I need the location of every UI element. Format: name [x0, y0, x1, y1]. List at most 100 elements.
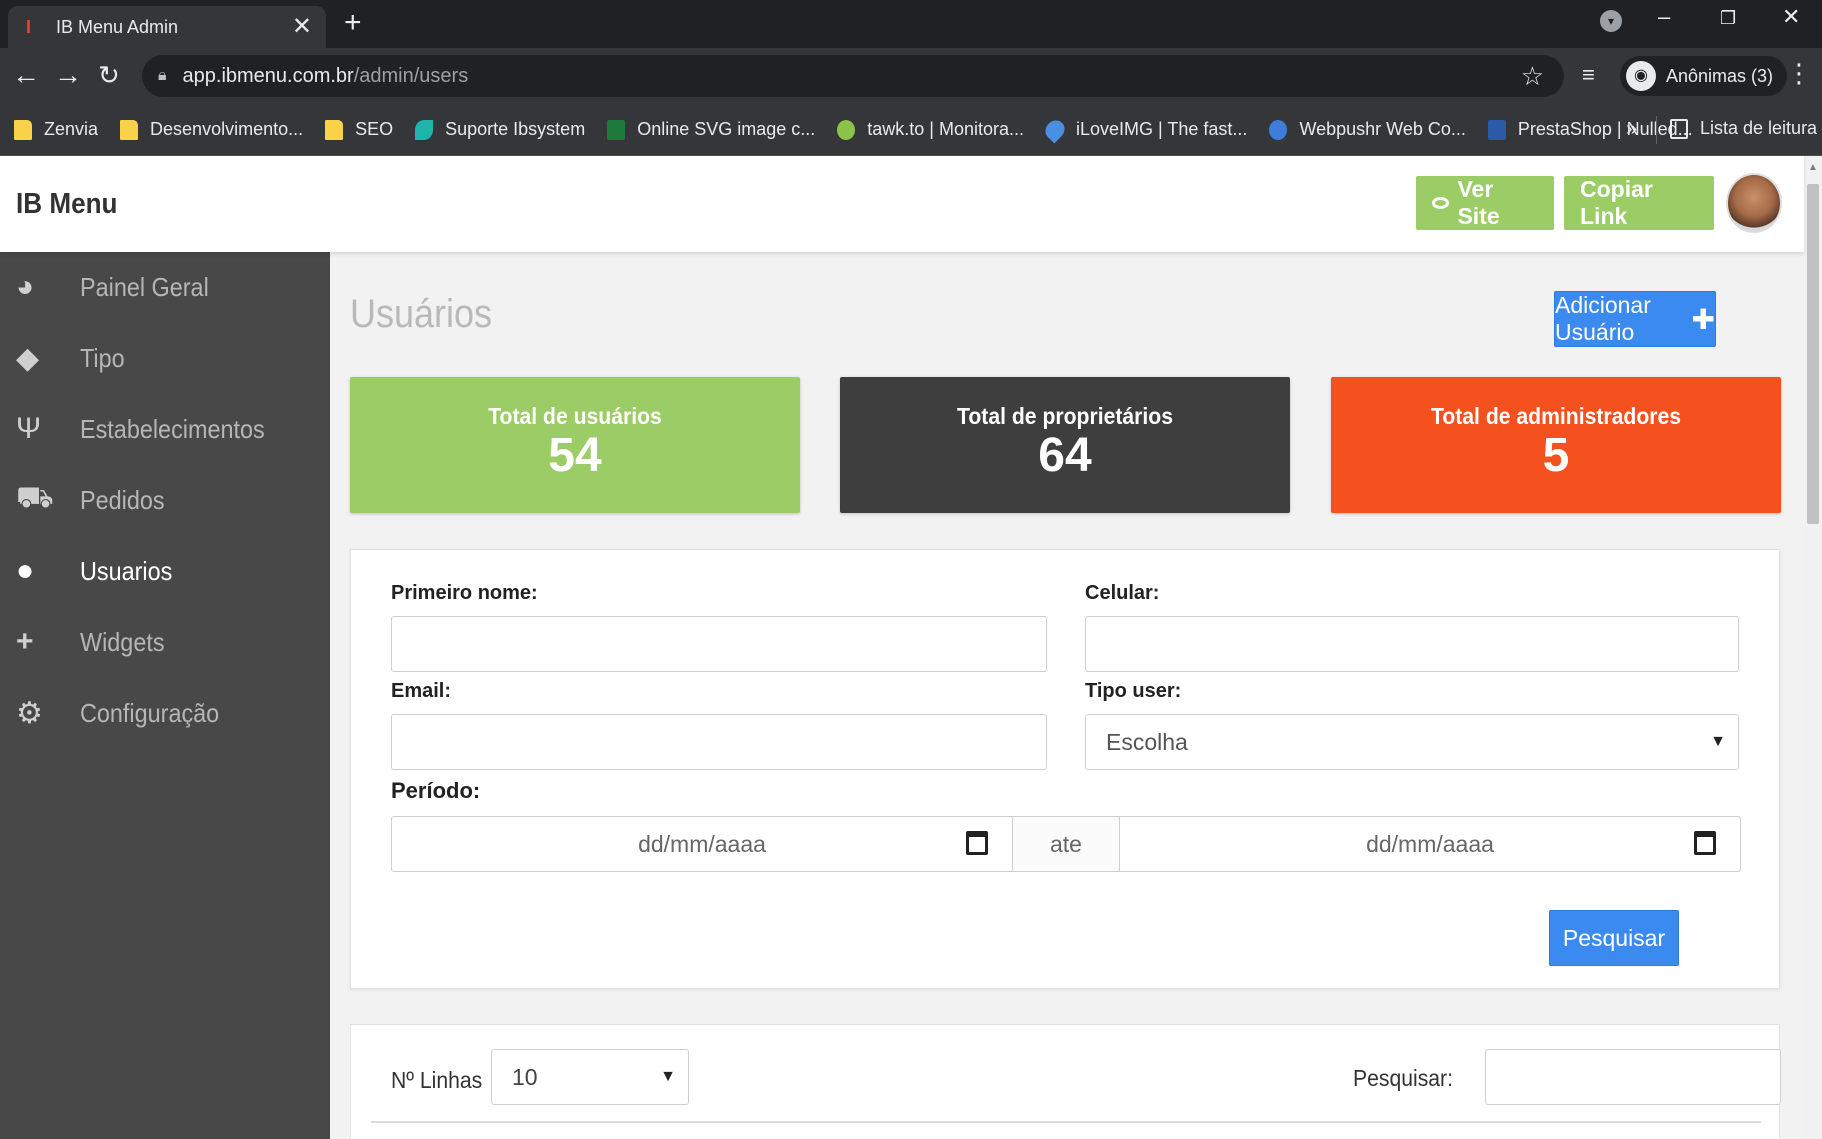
eye-icon [1432, 197, 1450, 209]
plus-icon: ✚ [1691, 303, 1715, 335]
table-divider [371, 1121, 1761, 1123]
page-scrollbar[interactable]: ▲ [1804, 156, 1822, 1139]
bird-icon [837, 119, 856, 140]
forward-icon[interactable]: → [54, 60, 82, 90]
excel-icon [607, 119, 626, 140]
date-from-input[interactable]: dd/mm/aaaa [392, 817, 1012, 871]
view-site-button[interactable]: Ver Site [1416, 176, 1554, 230]
date-range: dd/mm/aaaa ate dd/mm/aaaa [391, 816, 1741, 872]
main-content: Usuários Adicionar Usuário ✚ Total de us… [330, 252, 1804, 1139]
sidebar-item-tipo[interactable]: ◆ Tipo [0, 323, 330, 393]
rows-per-page-label: Nº Linhas [391, 1067, 483, 1093]
sidebar-item-estabelecimentos[interactable]: Ψ Estabelecimentos [0, 394, 330, 464]
address-bar[interactable]: 🔒︎ app.ibmenu.com.br /admin/users ☆ [142, 55, 1564, 97]
bookmark-item[interactable]: Suporte Ibsystem [415, 119, 585, 140]
media-queue-icon[interactable]: ≡ [1582, 62, 1595, 88]
table-search-input[interactable] [1485, 1049, 1781, 1105]
email-input[interactable] [391, 714, 1047, 770]
bookmark-item[interactable]: PrestaShop | Nulled... [1487, 119, 1693, 140]
stat-value: 64 [1038, 429, 1092, 482]
page-title: Usuários [350, 292, 493, 336]
sidebar-item-usuarios[interactable]: ● Usuarios [0, 536, 330, 606]
user-type-select[interactable]: Escolha ▼ [1085, 714, 1739, 770]
brand-logo[interactable]: IB Menu [16, 188, 118, 221]
calendar-icon[interactable] [1694, 831, 1716, 855]
rocket-icon [1269, 119, 1288, 140]
stat-value: 5 [1542, 429, 1570, 482]
sidebar-item-configuracao[interactable]: ⚙ Configuração [0, 678, 330, 748]
bookmarks-divider [1656, 116, 1657, 144]
add-user-button[interactable]: Adicionar Usuário ✚ [1554, 291, 1716, 347]
cart-icon: ⛟ [16, 481, 54, 514]
phone-label: Celular: [1085, 582, 1160, 604]
tags-icon: ◆ [16, 341, 40, 375]
browser-tab[interactable]: I IB Menu Admin ✕ [8, 6, 326, 48]
url-path: /admin/users [353, 64, 469, 87]
users-icon: ● [16, 554, 35, 587]
date-separator: ate [1012, 817, 1120, 871]
email-label: Email: [391, 680, 452, 702]
n-icon [1487, 119, 1506, 140]
folder-icon [14, 119, 32, 140]
bookmark-item[interactable]: Webpushr Web Co... [1269, 119, 1466, 140]
stat-card-total-owners: Total de proprietários 64 [840, 377, 1290, 513]
folder-icon [325, 119, 344, 140]
profile-label: Anônimas (3) [1666, 65, 1774, 86]
utensils-icon: Ψ [16, 412, 42, 445]
minimize-icon[interactable]: – [1658, 4, 1670, 30]
plus-icon: + [16, 625, 34, 658]
bookmark-item[interactable]: Zenvia [14, 119, 98, 140]
stat-card-total-admins: Total de administradores 5 [1331, 377, 1781, 513]
bookmark-item[interactable]: tawk.to | Monitora... [837, 119, 1024, 140]
scroll-up-icon[interactable]: ▲ [1808, 162, 1818, 173]
user-type-label: Tipo user: [1085, 680, 1182, 702]
browser-menu-icon[interactable]: ⋮ [1786, 58, 1812, 89]
new-tab-button[interactable]: + [344, 6, 362, 40]
first-name-input[interactable] [391, 616, 1047, 672]
avatar[interactable] [1726, 173, 1782, 233]
bookmark-item[interactable]: Desenvolvimento... [120, 119, 303, 140]
sidebar: ◕ Painel Geral ◆ Tipo Ψ Estabelecimentos… [0, 252, 330, 1139]
heart-icon [1041, 116, 1069, 143]
sidebar-item-widgets[interactable]: + Widgets [0, 607, 330, 677]
site-favicon-icon: I [26, 17, 32, 37]
incognito-icon: ◉ [1626, 61, 1656, 91]
phone-input[interactable] [1085, 616, 1739, 672]
bookmark-item[interactable]: Online SVG image c... [607, 119, 815, 140]
palette-icon: ◕ [16, 270, 35, 303]
url-host: app.ibmenu.com.br [182, 64, 354, 87]
tab-search-icon[interactable]: ▾ [1600, 10, 1622, 32]
close-window-icon[interactable]: ✕ [1782, 4, 1800, 30]
reload-icon[interactable]: ↻ [98, 60, 120, 90]
folder-icon [120, 119, 139, 140]
filter-form: Primeiro nome: Celular: Email: Tipo user… [350, 549, 1780, 989]
scrollbar-thumb[interactable] [1807, 184, 1819, 524]
stat-card-total-users: Total de usuários 54 [350, 377, 800, 513]
profile-button[interactable]: ◉ Anônimas (3) [1620, 56, 1788, 96]
users-table-card: Nº Linhas 10 ▼ Pesquisar: [350, 1024, 1781, 1139]
tab-close-icon[interactable]: ✕ [292, 15, 312, 39]
sidebar-item-painel-geral[interactable]: ◕ Painel Geral [0, 252, 330, 322]
chevron-down-icon: ▼ [1710, 733, 1726, 750]
search-button[interactable]: Pesquisar [1549, 910, 1679, 966]
copy-link-button[interactable]: Copiar Link [1564, 176, 1714, 230]
browser-tab-bar: I IB Menu Admin ✕ + ▾ – ❐ ✕ [0, 0, 1822, 48]
bookmark-item[interactable]: SEO [325, 119, 393, 140]
back-icon[interactable]: ← [12, 60, 40, 90]
bookmark-item[interactable]: iLoveIMG | The fast... [1041, 116, 1247, 143]
gear-icon: ⚙ [16, 696, 43, 730]
wave-icon [415, 119, 434, 140]
stat-value: 54 [548, 429, 602, 482]
restore-icon[interactable]: ❐ [1720, 8, 1736, 29]
calendar-icon[interactable] [966, 831, 988, 855]
reading-list-button[interactable]: Lista de leitura [1670, 118, 1817, 139]
app-header: IB Menu Ver Site Copiar Link [0, 156, 1804, 252]
table-search-label: Pesquisar: [1353, 1065, 1453, 1091]
first-name-label: Primeiro nome: [391, 582, 538, 604]
bookmark-star-icon[interactable]: ☆ [1521, 61, 1544, 92]
more-bookmarks-icon[interactable]: » [1626, 118, 1637, 141]
reading-list-icon [1670, 118, 1688, 139]
sidebar-item-pedidos[interactable]: ⛟ Pedidos [0, 465, 330, 535]
date-to-input[interactable]: dd/mm/aaaa [1120, 817, 1740, 871]
rows-per-page-select[interactable]: 10 ▼ [491, 1049, 689, 1105]
